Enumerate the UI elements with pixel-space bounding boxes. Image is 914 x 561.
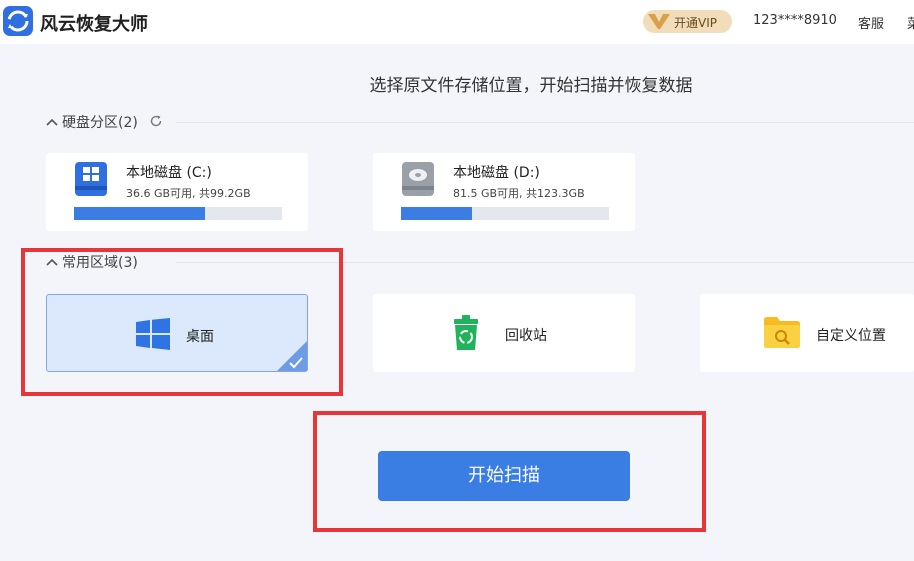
drive-name: 本地磁盘 (D:) [453,165,540,181]
drive-space: 36.6 GB可用, 共99.2GB [126,187,251,200]
title-bar: 风云恢复大师 开通VIP 123****8910 客服 菜 [0,0,914,44]
area-label: 回收站 [505,328,547,344]
menu-link[interactable]: 菜 [907,13,914,32]
highlight-box-scan [313,411,706,532]
disk-section-title: 硬盘分区(2) [62,115,138,131]
highlight-box-desktop [21,248,343,396]
app-title: 风云恢复大师 [40,14,148,35]
chevron-up-icon [46,115,62,131]
user-account[interactable]: 123****8910 [753,13,837,28]
refresh-icon[interactable] [149,113,163,132]
vip-button[interactable]: 开通VIP [643,10,732,33]
page-heading: 选择原文件存储位置，开始扫描并恢复数据 [369,76,693,96]
divider [176,122,914,123]
windows-drive-icon [74,161,108,201]
drive-name: 本地磁盘 (C:) [126,165,212,181]
area-card-recycle-bin[interactable]: 回收站 [373,294,635,372]
area-card-custom-location[interactable]: 自定义位置 [700,294,914,372]
recycle-bin-icon [452,315,480,355]
hard-drive-icon [401,161,435,201]
drive-card-d[interactable]: 本地磁盘 (D:) 81.5 GB可用, 共123.3GB [373,153,635,231]
drive-usage-fill [401,207,472,220]
drive-usage-bar [401,207,609,220]
drive-space: 81.5 GB可用, 共123.3GB [453,187,585,200]
drive-usage-fill [74,207,206,220]
vip-label: 开通VIP [674,16,717,30]
drive-card-c[interactable]: 本地磁盘 (C:) 36.6 GB可用, 共99.2GB [46,153,308,231]
vip-crown-icon [647,12,671,35]
folder-search-icon [764,316,800,352]
area-label: 自定义位置 [816,328,886,344]
disk-section-toggle[interactable]: 硬盘分区(2) [46,112,138,132]
app-logo-icon [3,6,33,36]
drive-usage-bar [74,207,282,220]
customer-service-link[interactable]: 客服 [858,13,884,32]
